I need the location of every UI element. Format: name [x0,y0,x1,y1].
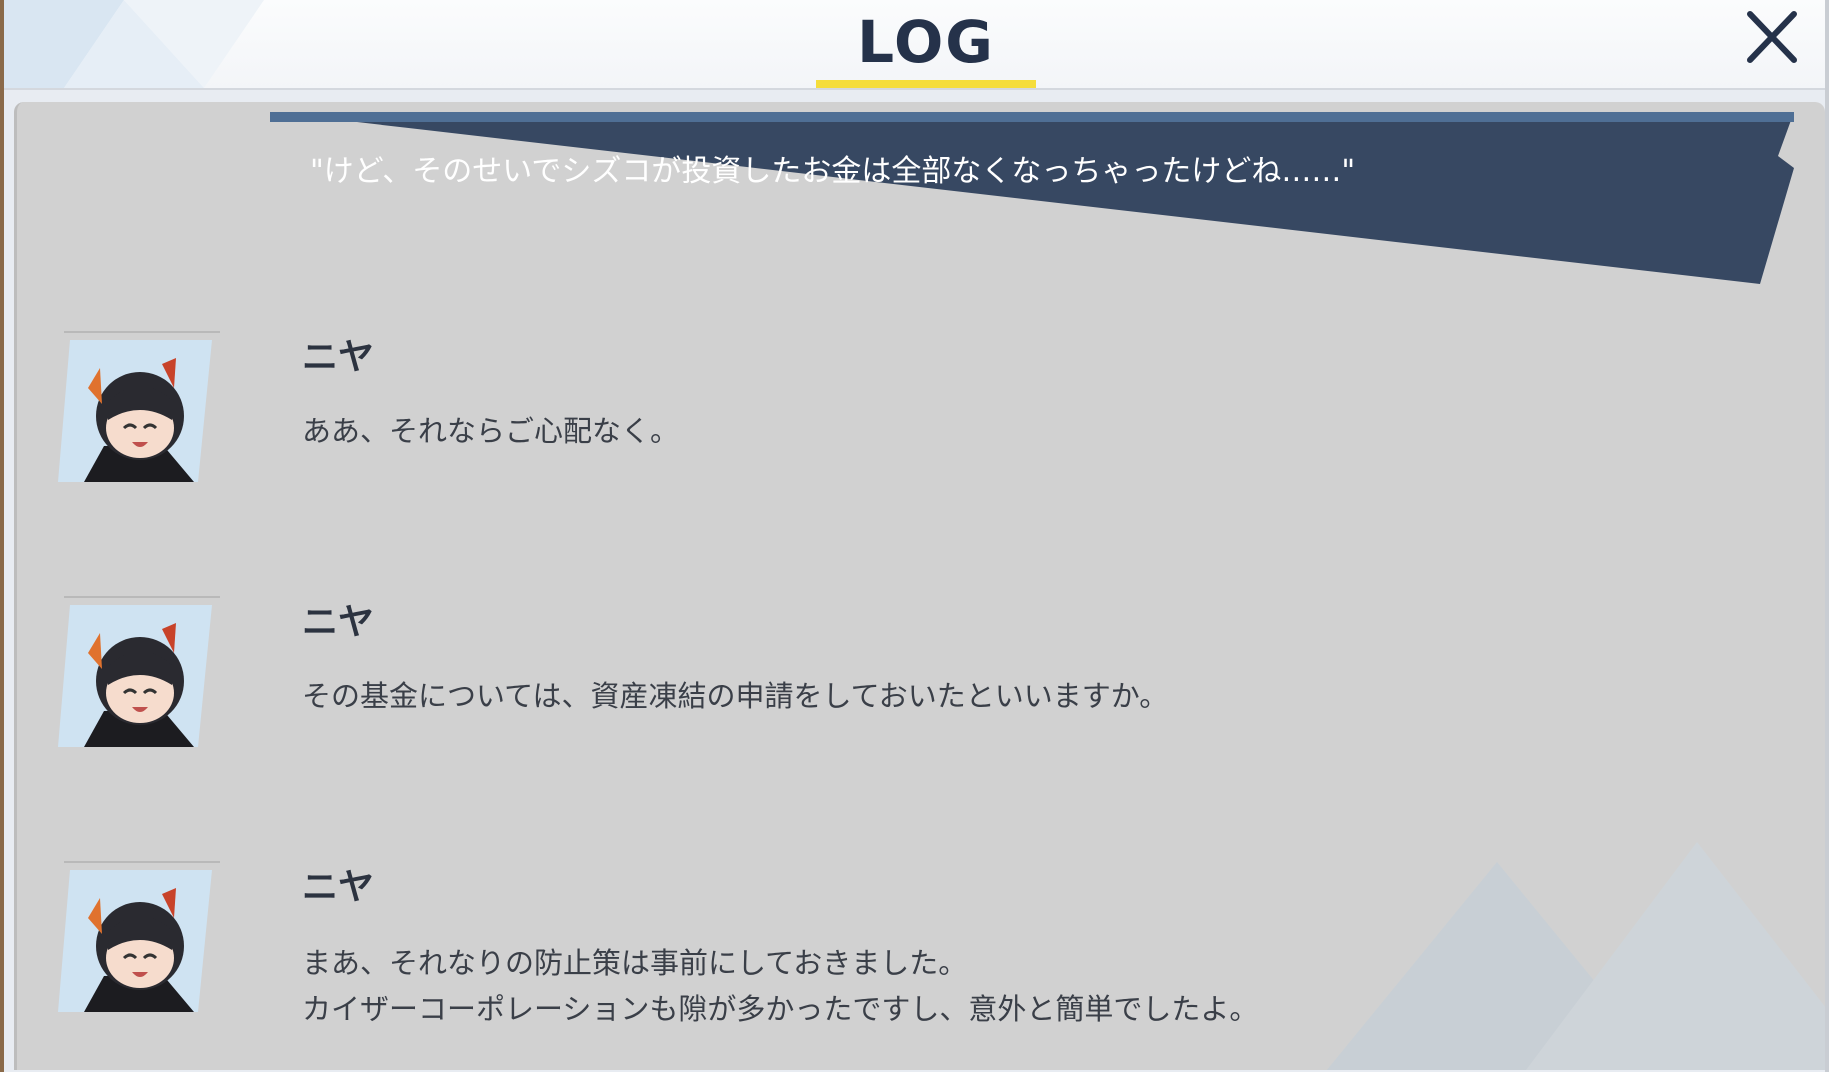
page-title: LOG [857,8,995,76]
close-icon [1747,11,1797,63]
speaker-name: ニヤ [302,337,375,378]
close-button[interactable] [1742,4,1802,68]
log-header: LOG [4,0,1825,90]
avatar [58,596,220,747]
log-window: LOG "けど、そのせいでシズコが投資したお金は全部なくなっちゃったけどね……" [0,0,1829,1072]
narration-bubble [270,112,1794,284]
avatar [58,861,220,1012]
message-line: ああ、それならご心配なく。 [302,414,680,448]
message-line: その基金については、資産凍結の申請をしておいたといいますか。 [302,679,1169,713]
speaker-name: ニヤ [302,602,375,643]
title-underline [816,80,1036,88]
speaker-name: ニヤ [302,867,375,908]
narration-text: "けど、そのせいでシズコが投資したお金は全部なくなっちゃったけどね……" [310,154,1356,189]
avatar [58,331,220,482]
message-line: まあ、それなりの防止策は事前にしておきました。 [302,946,968,980]
header-decoration [4,0,264,88]
message-line: カイザーコーポレーションも隙が多かったですし、意外と簡単でしたよ。 [302,992,1259,1026]
